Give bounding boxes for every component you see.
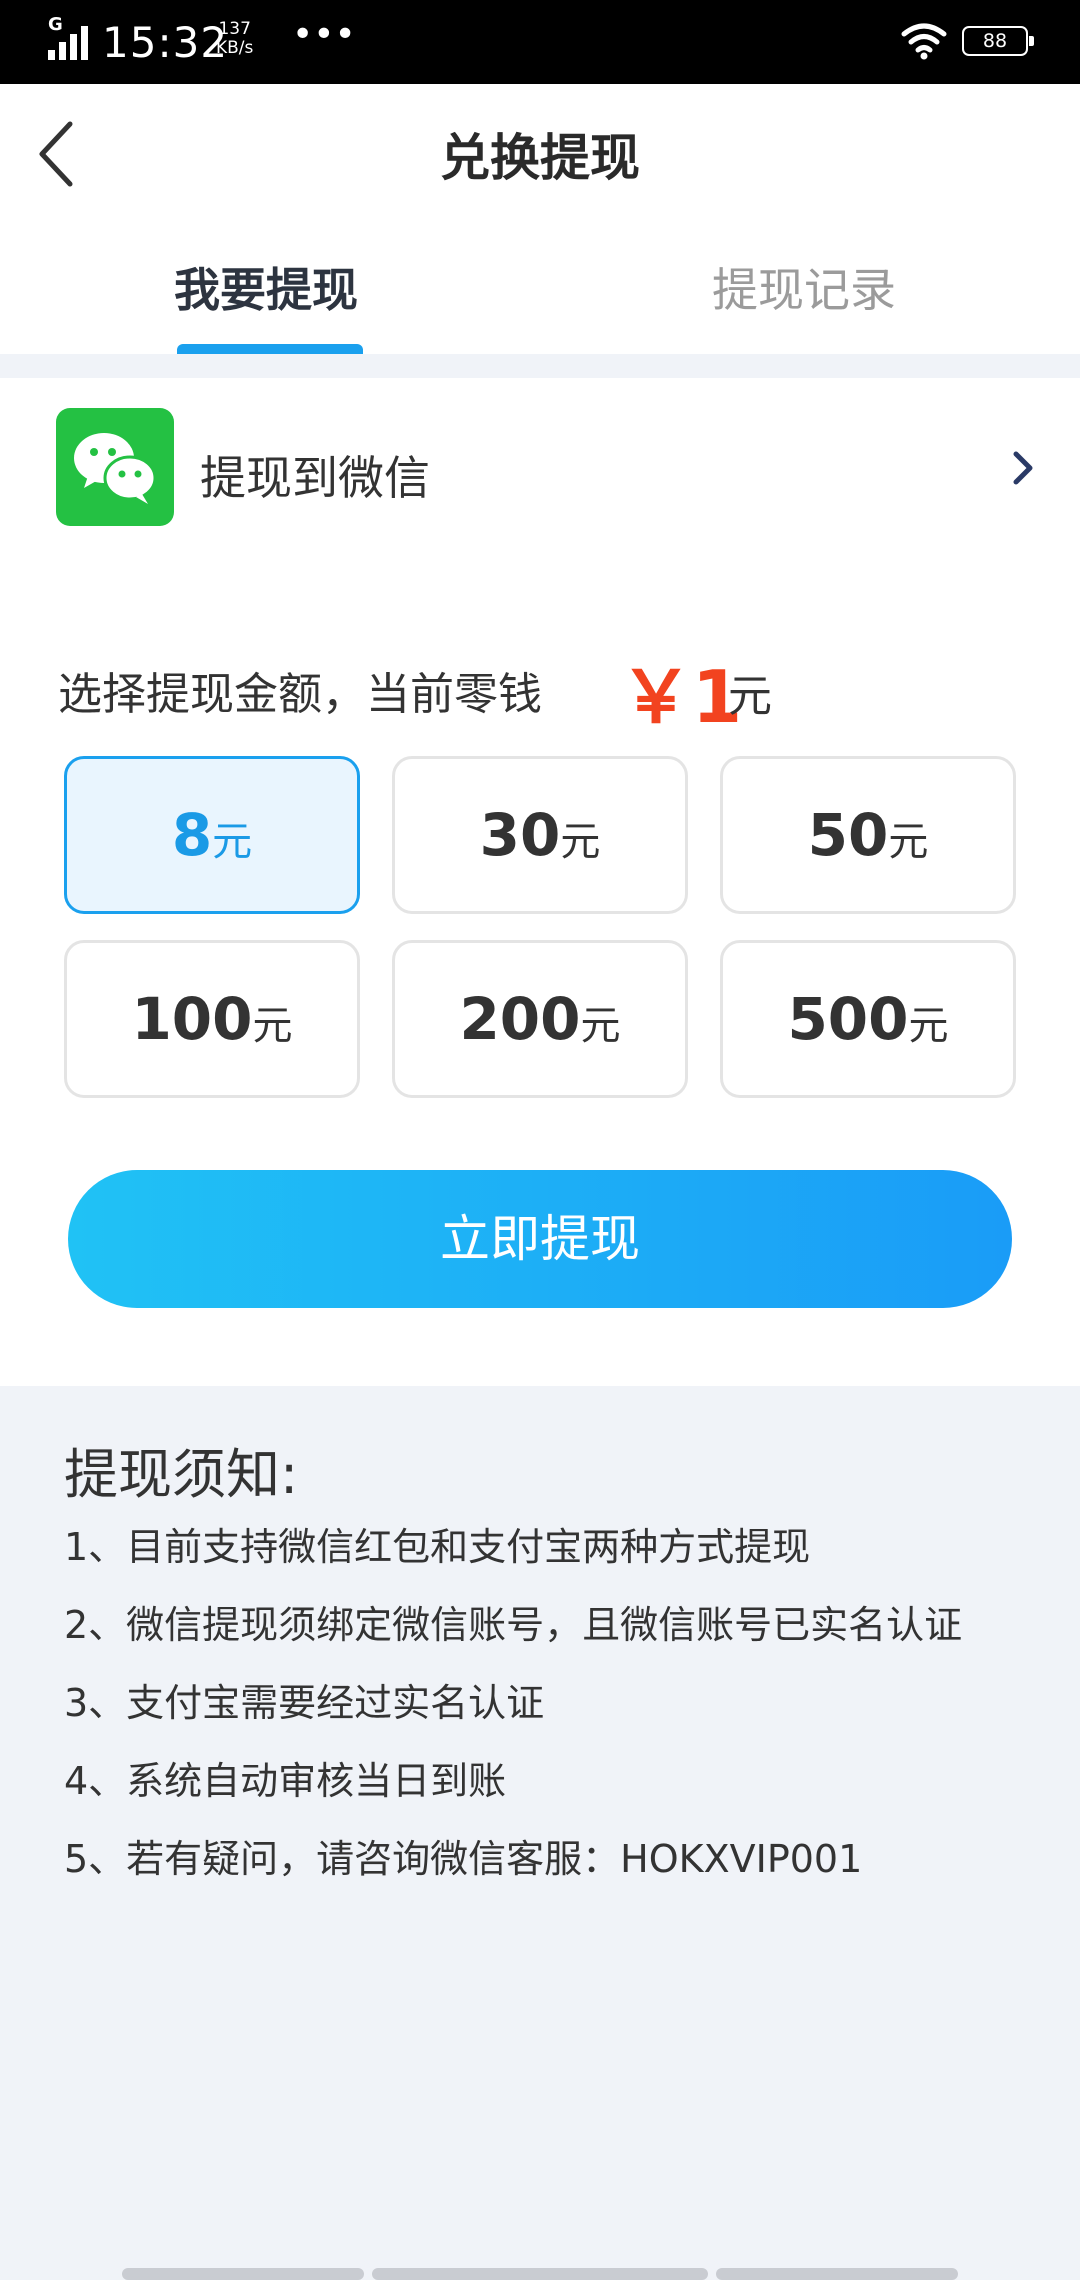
nav-bar-segment[interactable] bbox=[372, 2268, 708, 2280]
status-bar: G 15:32 137 KB/s ••• 88 bbox=[0, 0, 1080, 84]
tab-withdraw-records[interactable]: 提现记录 bbox=[712, 254, 896, 320]
notice-item: 5、若有疑问，请咨询微信客服：HOKXVIP001 bbox=[64, 1837, 863, 1881]
notice-item: 4、系统自动审核当日到账 bbox=[64, 1759, 507, 1803]
balance-unit: 元 bbox=[728, 671, 772, 722]
withdraw-page: G 15:32 137 KB/s ••• 88 兑换提现 我要提现 提现记录 提… bbox=[0, 0, 1080, 2280]
speed-unit: KB/s bbox=[216, 38, 254, 58]
amount-option-value: 200 bbox=[459, 985, 581, 1053]
amount-prompt: 选择提现金额，当前零钱 bbox=[58, 669, 542, 720]
signal-icon bbox=[48, 26, 88, 60]
nav-bar-segment[interactable] bbox=[122, 2268, 364, 2280]
withdraw-method-label: 提现到微信 bbox=[200, 451, 430, 505]
amount-option-50[interactable]: 50元 bbox=[720, 756, 1016, 914]
amount-option-unit: 元 bbox=[908, 1003, 949, 1049]
amount-option-unit: 元 bbox=[888, 819, 929, 865]
amount-option-value: 100 bbox=[131, 985, 253, 1053]
amount-option-unit: 元 bbox=[252, 1003, 293, 1049]
balance-value: ￥1 bbox=[620, 655, 743, 739]
wechat-icon bbox=[56, 408, 174, 526]
speed-value: 137 bbox=[218, 19, 251, 39]
amount-option-value: 30 bbox=[479, 801, 561, 869]
amount-option-8[interactable]: 8元 bbox=[64, 756, 360, 914]
battery-level: 88 bbox=[982, 30, 1008, 52]
notice-title: 提现须知: bbox=[64, 1443, 299, 1506]
amount-option-unit: 元 bbox=[560, 819, 601, 865]
amount-option-200[interactable]: 200元 bbox=[392, 940, 688, 1098]
chevron-right-icon bbox=[1013, 451, 1033, 485]
withdraw-notice: 提现须知: 1、目前支持微信红包和支付宝两种方式提现 2、微信提现须绑定微信账号… bbox=[0, 1386, 1080, 2280]
notice-item: 2、微信提现须绑定微信账号，且微信账号已实名认证 bbox=[64, 1603, 963, 1647]
amount-option-value: 500 bbox=[787, 985, 909, 1053]
battery-icon: 88 bbox=[962, 26, 1034, 56]
notice-item: 3、支付宝需要经过实名认证 bbox=[64, 1681, 545, 1725]
amount-option-value: 50 bbox=[807, 801, 889, 869]
active-tab-indicator bbox=[177, 344, 363, 354]
withdraw-card: 提现到微信 选择提现金额，当前零钱 ￥1 元 8元 30元 50元 100元 2… bbox=[0, 378, 1080, 1386]
amount-option-100[interactable]: 100元 bbox=[64, 940, 360, 1098]
notice-item: 1、目前支持微信红包和支付宝两种方式提现 bbox=[64, 1525, 811, 1569]
network-speed: 137 KB/s bbox=[216, 20, 253, 58]
header: 兑换提现 我要提现 提现记录 bbox=[0, 84, 1080, 354]
amount-option-value: 8 bbox=[171, 801, 213, 869]
clock: 15:32 bbox=[102, 18, 229, 67]
nav-bar-segment[interactable] bbox=[716, 2268, 958, 2280]
amount-option-500[interactable]: 500元 bbox=[720, 940, 1016, 1098]
more-notifications-icon: ••• bbox=[292, 14, 356, 55]
tab-withdraw[interactable]: 我要提现 bbox=[174, 254, 358, 320]
wifi-icon bbox=[901, 23, 947, 60]
amount-option-30[interactable]: 30元 bbox=[392, 756, 688, 914]
page-title: 兑换提现 bbox=[440, 129, 640, 187]
amount-option-unit: 元 bbox=[580, 1003, 621, 1049]
amount-option-unit: 元 bbox=[212, 819, 253, 865]
withdraw-method-row[interactable]: 提现到微信 bbox=[0, 408, 1080, 528]
withdraw-now-button[interactable]: 立即提现 bbox=[68, 1170, 1012, 1308]
